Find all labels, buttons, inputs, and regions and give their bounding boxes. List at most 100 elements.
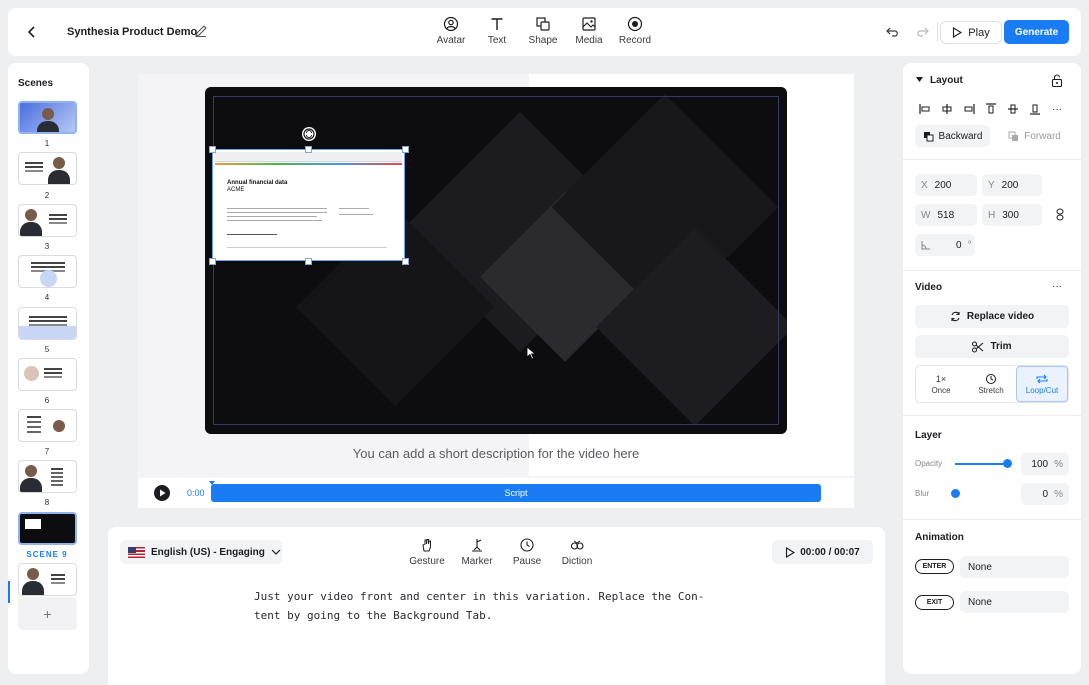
toolbar: Avatar Text Shape Media Record [428, 16, 658, 46]
mode-loop-button[interactable]: Loop/Cut [1016, 366, 1068, 402]
resize-handle-top-left[interactable] [209, 146, 216, 153]
opacity-slider-knob[interactable] [1002, 459, 1012, 468]
avatar-tool-button[interactable]: Avatar [428, 16, 474, 46]
y-field[interactable]: Y 200 [982, 174, 1042, 196]
more-align-button[interactable]: ··· [1049, 101, 1065, 117]
scene-thumbnail-2[interactable] [18, 152, 77, 185]
blur-field[interactable]: 0 % [1021, 483, 1069, 505]
send-backward-button[interactable]: Backward [915, 125, 990, 147]
rotate-handle[interactable] [302, 127, 316, 141]
timeline-play-button[interactable] [154, 485, 170, 501]
align-top-button[interactable] [983, 101, 999, 117]
play-icon [786, 546, 796, 558]
align-middle-icon [1008, 104, 1018, 114]
avatar-thumb [25, 465, 37, 477]
language-voice-select[interactable]: English (US) - Engaging [120, 540, 282, 564]
align-left-icon [919, 104, 930, 114]
scene-thumbnail-8[interactable] [18, 460, 77, 493]
script-textarea[interactable]: Just your video front and center in this… [254, 587, 744, 625]
w-value: 518 [937, 209, 955, 221]
align-middle-button[interactable] [1005, 101, 1021, 117]
exit-animation-select[interactable]: None [960, 591, 1069, 613]
diction-button[interactable]: Diction [552, 538, 602, 567]
undo-icon[interactable] [885, 24, 901, 40]
backward-icon [923, 131, 934, 141]
align-right-button[interactable] [961, 101, 977, 117]
text-tool-button[interactable]: Text [474, 16, 520, 46]
stretch-icon [986, 373, 996, 384]
blur-slider-knob[interactable] [950, 489, 960, 498]
pencil-icon[interactable] [194, 24, 208, 38]
scene-thumbnail-1[interactable] [18, 101, 77, 134]
video-more-button[interactable]: ··· [1052, 281, 1062, 292]
duration-display[interactable]: 00:00 / 00:07 [772, 540, 873, 564]
scene-thumbnail-9[interactable] [18, 512, 77, 545]
back-button[interactable] [22, 22, 42, 42]
opacity-field[interactable]: 100 % [1021, 453, 1069, 475]
height-field[interactable]: H 300 [982, 204, 1042, 226]
shape-tool-button[interactable]: Shape [520, 16, 566, 46]
blur-label: Blur [915, 489, 930, 498]
blur-slider-track[interactable] [955, 493, 1007, 495]
x-field[interactable]: X 200 [915, 174, 977, 196]
diction-label: Diction [561, 556, 593, 567]
rotation-field[interactable]: 0 ° [915, 234, 975, 256]
avatar-thumb-body [20, 478, 42, 492]
gesture-icon [422, 539, 431, 552]
pause-button[interactable]: Pause [502, 538, 552, 567]
play-icon [953, 27, 963, 38]
replace-video-button[interactable]: Replace video [915, 305, 1069, 328]
scene-number: 4 [44, 293, 50, 302]
record-tool-button[interactable]: Record [612, 16, 658, 46]
scene-thumbnail-3[interactable] [18, 204, 77, 237]
thumb-band [19, 326, 76, 339]
bring-forward-button[interactable]: Forward [1000, 125, 1069, 147]
doc-ruler [215, 163, 402, 165]
resize-handle-top-right[interactable] [402, 146, 409, 153]
trim-button[interactable]: Trim [915, 335, 1069, 358]
enter-animation-select[interactable]: None [960, 556, 1069, 578]
rotation-value: 0 [956, 239, 962, 251]
add-scene-button[interactable]: + [18, 597, 77, 630]
align-left-button[interactable] [917, 101, 933, 117]
mode-once-button[interactable]: 1× Once [916, 366, 966, 402]
loop-icon [1036, 374, 1048, 383]
width-field[interactable]: W 518 [915, 204, 977, 226]
redo-icon[interactable] [914, 24, 930, 40]
script-panel: English (US) - Engaging Gesture Marker P… [108, 527, 885, 685]
gesture-button[interactable]: Gesture [402, 538, 452, 567]
scene-number: 1 [44, 139, 50, 148]
active-scene-indicator [8, 581, 10, 603]
generate-button[interactable]: Generate [1004, 20, 1069, 44]
align-center-h-button[interactable] [939, 101, 955, 117]
avatar-thumb [53, 157, 65, 169]
play-button[interactable]: Play [940, 21, 1002, 44]
scene-thumbnail-5[interactable] [18, 307, 77, 340]
link-aspect-icon[interactable] [1056, 208, 1064, 221]
scene-number: 6 [44, 396, 50, 405]
marker-button[interactable]: Marker [452, 538, 502, 567]
resize-handle-bottom-right[interactable] [402, 258, 409, 265]
resize-handle-top[interactable] [305, 146, 312, 153]
scene-thumbnail-6[interactable] [18, 358, 77, 391]
video-description[interactable]: You can add a short description for the … [205, 446, 787, 461]
y-value: 200 [1001, 179, 1019, 191]
gesture-label: Gesture [409, 556, 445, 567]
mode-stretch-button[interactable]: Stretch [966, 366, 1016, 402]
scene-thumbnail-10[interactable] [18, 563, 77, 596]
avatar-thumb-body [22, 581, 44, 595]
align-center-icon [942, 104, 952, 114]
resize-handle-bottom-left[interactable] [209, 258, 216, 265]
scene-thumbnail-4[interactable] [18, 255, 77, 288]
scissors-icon [972, 341, 984, 352]
play-label: Play [968, 26, 990, 39]
scene-thumbnail-7[interactable] [18, 409, 77, 442]
script-track[interactable]: Script [211, 484, 821, 502]
resize-handle-bottom[interactable] [305, 258, 312, 265]
media-tool-button[interactable]: Media [566, 16, 612, 46]
lock-icon[interactable] [1051, 74, 1063, 87]
align-bottom-button[interactable] [1027, 101, 1043, 117]
project-title[interactable]: Synthesia Product Demo [67, 26, 197, 38]
caret-down-icon[interactable] [916, 77, 923, 83]
image-layer[interactable]: Annual financial data ACME [212, 149, 405, 261]
